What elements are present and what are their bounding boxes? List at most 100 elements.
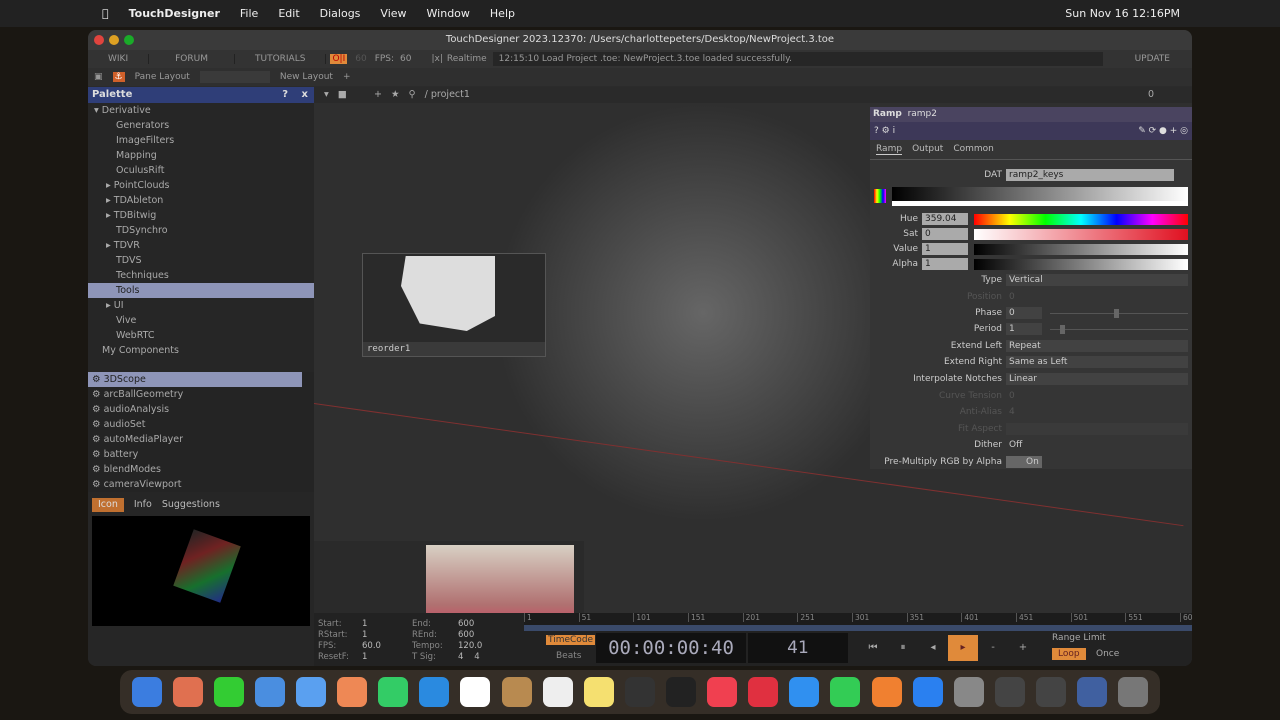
clock[interactable]: Sun Nov 16 12:16PM (1065, 7, 1180, 20)
apple-icon[interactable]:  (102, 7, 109, 20)
sat-slider[interactable] (974, 229, 1188, 240)
dock-app-icon[interactable] (419, 677, 450, 707)
tab-icon[interactable]: Icon (92, 498, 124, 512)
new-layout-button[interactable]: New Layout (280, 72, 333, 82)
star-icon[interactable]: ★ (391, 89, 400, 100)
menu-view[interactable]: View (380, 7, 406, 20)
param-tool-icons[interactable]: ✎ ⟳ ● + ◎ (1138, 122, 1188, 140)
dock-app-icon[interactable] (337, 677, 368, 707)
alpha-slider[interactable] (974, 259, 1188, 270)
dock-app-icon[interactable] (1118, 677, 1149, 707)
close-palette-button[interactable]: x (302, 87, 308, 103)
hue-field[interactable]: 359.04 (922, 213, 968, 225)
anchor-icon[interactable]: ⚓ (112, 72, 125, 82)
extend-right-dropdown[interactable]: Same as Left (1006, 356, 1188, 368)
timecode-display[interactable]: 00:00:00:40 (596, 633, 746, 663)
wiki-button[interactable]: WIKI (88, 54, 150, 64)
tree-item-imagefilters[interactable]: ImageFilters (88, 133, 314, 148)
phase-field[interactable]: 0 (1006, 307, 1042, 319)
dock-app-icon[interactable] (542, 677, 573, 707)
reorder1-node[interactable]: reorder1 (362, 253, 546, 357)
value-field[interactable]: 1 (922, 243, 968, 255)
dither-toggle[interactable]: Off (1006, 439, 1042, 451)
tempo-value[interactable]: 120.0 (458, 641, 482, 651)
tree-item-pointclouds[interactable]: ▸ PointClouds (88, 178, 314, 193)
menu-help[interactable]: Help (490, 7, 515, 20)
minimize-window-button[interactable] (109, 35, 119, 45)
oi-toggle[interactable]: O|I (330, 54, 348, 64)
tree-item-mapping[interactable]: Mapping (88, 148, 314, 163)
type-dropdown[interactable]: Vertical (1006, 274, 1188, 286)
start-value[interactable]: 1 (362, 619, 412, 630)
tab-common[interactable]: Common (953, 144, 994, 155)
menu-app[interactable]: TouchDesigner (129, 7, 220, 20)
menu-file[interactable]: File (240, 7, 258, 20)
tab-suggestions[interactable]: Suggestions (162, 498, 220, 512)
pane-layout-buttons[interactable] (199, 71, 270, 83)
op-help-icon[interactable]: ⚙ (882, 126, 890, 136)
tree-item-tdbitwig[interactable]: ▸ TDBitwig (88, 208, 314, 223)
component-item[interactable]: ⚙ audioAnalysis (88, 402, 302, 417)
dock-app-icon[interactable] (1035, 677, 1066, 707)
rend-value[interactable]: 600 (458, 630, 474, 640)
frame-display[interactable]: 41 (748, 633, 848, 663)
timeline-ruler[interactable]: 151101151201251301351401451501551600 (524, 613, 1192, 625)
step-plus-button[interactable]: + (1008, 635, 1038, 661)
component-item[interactable]: ⚙ 3DScope (88, 372, 302, 387)
tree-item-ui[interactable]: ▸ UI (88, 298, 314, 313)
fps-value[interactable]: 60.0 (362, 641, 412, 652)
forum-button[interactable]: FORUM (149, 54, 235, 64)
component-list[interactable]: ⚙ 3DScope ⚙ arcBallGeometry ⚙ audioAnalysi… (88, 372, 314, 492)
dat-field[interactable]: ramp2_keys (1006, 169, 1174, 181)
period-slider[interactable] (1050, 325, 1188, 334)
dock-app-icon[interactable] (295, 677, 326, 707)
dock-app-icon[interactable] (583, 677, 614, 707)
component-item[interactable]: ⚙ audioSet (88, 417, 302, 432)
tree-item-vive[interactable]: Vive (88, 313, 314, 328)
hue-slider[interactable] (974, 214, 1188, 225)
search-icon[interactable]: ⚲ (409, 89, 416, 100)
tree-item-tdableton[interactable]: ▸ TDAbleton (88, 193, 314, 208)
dock-app-icon[interactable] (501, 677, 532, 707)
tree-item-my-components[interactable]: My Components (88, 343, 314, 358)
op-name[interactable]: ramp2 (908, 109, 937, 119)
update-button[interactable]: UPDATE (1113, 54, 1192, 64)
tree-item-derivative[interactable]: ▾ Derivative (88, 103, 314, 118)
tutorials-button[interactable]: TUTORIALS (235, 54, 327, 64)
step-minus-button[interactable]: - (978, 635, 1008, 661)
dropdown-icon[interactable]: ▾ (324, 89, 329, 100)
tree-item-tdvr[interactable]: ▸ TDVR (88, 238, 314, 253)
collapse-icon[interactable]: ▣ (94, 72, 103, 82)
phase-slider[interactable] (1050, 309, 1188, 318)
rewind-button[interactable]: ⏮ (858, 635, 888, 661)
dock-app-icon[interactable] (624, 677, 655, 707)
value-slider[interactable] (974, 244, 1188, 255)
menu-window[interactable]: Window (427, 7, 470, 20)
loop-button[interactable]: Loop (1052, 648, 1086, 660)
period-field[interactable]: 1 (1006, 323, 1042, 335)
dock-app-icon[interactable] (748, 677, 779, 707)
dock-app-icon[interactable] (460, 677, 491, 707)
step-back-button[interactable]: ◂ (918, 635, 948, 661)
network-path[interactable]: / project1 (425, 89, 470, 100)
dock-app-icon[interactable] (912, 677, 943, 707)
dock-app-icon[interactable] (953, 677, 984, 707)
stop-icon[interactable]: ■ (338, 89, 347, 100)
component-item[interactable]: ⚙ cameraViewport (88, 477, 302, 492)
dock-app-icon[interactable] (830, 677, 861, 707)
component-item[interactable]: ⚙ blendModes (88, 462, 302, 477)
tree-item-tdvs[interactable]: TDVS (88, 253, 314, 268)
once-button[interactable]: Once (1096, 649, 1119, 659)
tab-output[interactable]: Output (912, 144, 943, 155)
tab-ramp[interactable]: Ramp (876, 144, 903, 155)
ramp-gradient[interactable] (892, 187, 1188, 206)
pause-button[interactable]: ⏸ (888, 635, 918, 661)
menu-edit[interactable]: Edit (278, 7, 299, 20)
tree-item-tools[interactable]: Tools (88, 283, 314, 298)
close-window-button[interactable] (94, 35, 104, 45)
dock-app-icon[interactable] (789, 677, 820, 707)
dock-app-icon[interactable] (707, 677, 738, 707)
play-button[interactable]: ▸ (948, 635, 978, 661)
extend-left-dropdown[interactable]: Repeat (1006, 340, 1188, 352)
tsig-value[interactable]: 4 4 (458, 652, 480, 662)
